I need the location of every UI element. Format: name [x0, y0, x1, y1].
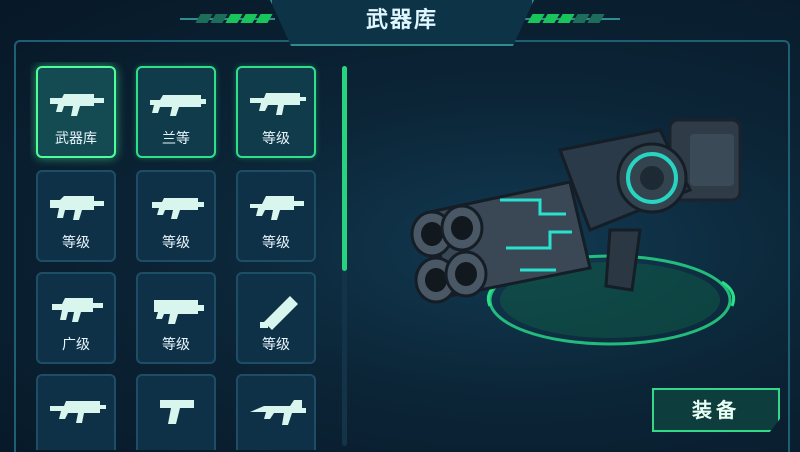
- weapon-slot-11[interactable]: [136, 374, 216, 450]
- page-title: 武器库: [270, 0, 534, 46]
- scrollbar-thumb[interactable]: [342, 66, 347, 271]
- weapon-slot-8[interactable]: 等级: [136, 272, 216, 364]
- launcher-icon: [260, 296, 298, 330]
- heavy-gun-icon: [250, 400, 306, 425]
- smg-icon: [52, 298, 103, 322]
- weapon-slot-6[interactable]: 等级: [236, 170, 316, 262]
- weapon-slot-2[interactable]: 兰等: [136, 66, 216, 158]
- title-deco-right: [527, 14, 605, 23]
- title-deco-left: [195, 14, 273, 23]
- equip-button[interactable]: 装备: [652, 388, 780, 432]
- assault-rifle-icon: [50, 94, 104, 116]
- weapon-slot-4[interactable]: 等级: [36, 170, 116, 262]
- weapon-slot-9[interactable]: 等级: [236, 272, 316, 364]
- rifle-icon: [50, 401, 106, 423]
- rifle-icon: [250, 93, 306, 115]
- weapon-slot-10[interactable]: [36, 374, 116, 450]
- weapon-slot-3[interactable]: 等级: [236, 66, 316, 158]
- smg-icon: [50, 196, 104, 220]
- weapon-preview[interactable]: [390, 100, 770, 360]
- pistol-icon: [160, 400, 194, 424]
- carbine-icon: [250, 196, 304, 220]
- weapon-slot-5[interactable]: 等级: [136, 170, 216, 262]
- weapon-slot-7[interactable]: 广级: [36, 272, 116, 364]
- weapon-slot-1[interactable]: 武器库: [36, 66, 116, 158]
- blaster-icon: [154, 300, 204, 324]
- pistol-rifle-icon: [152, 198, 204, 219]
- weapon-grid: 武器库 兰等 等级 等级 等级 等级 广级 等级 等级: [30, 62, 340, 450]
- shotgun-icon: [150, 95, 206, 116]
- weapon-slot-12[interactable]: [236, 374, 316, 450]
